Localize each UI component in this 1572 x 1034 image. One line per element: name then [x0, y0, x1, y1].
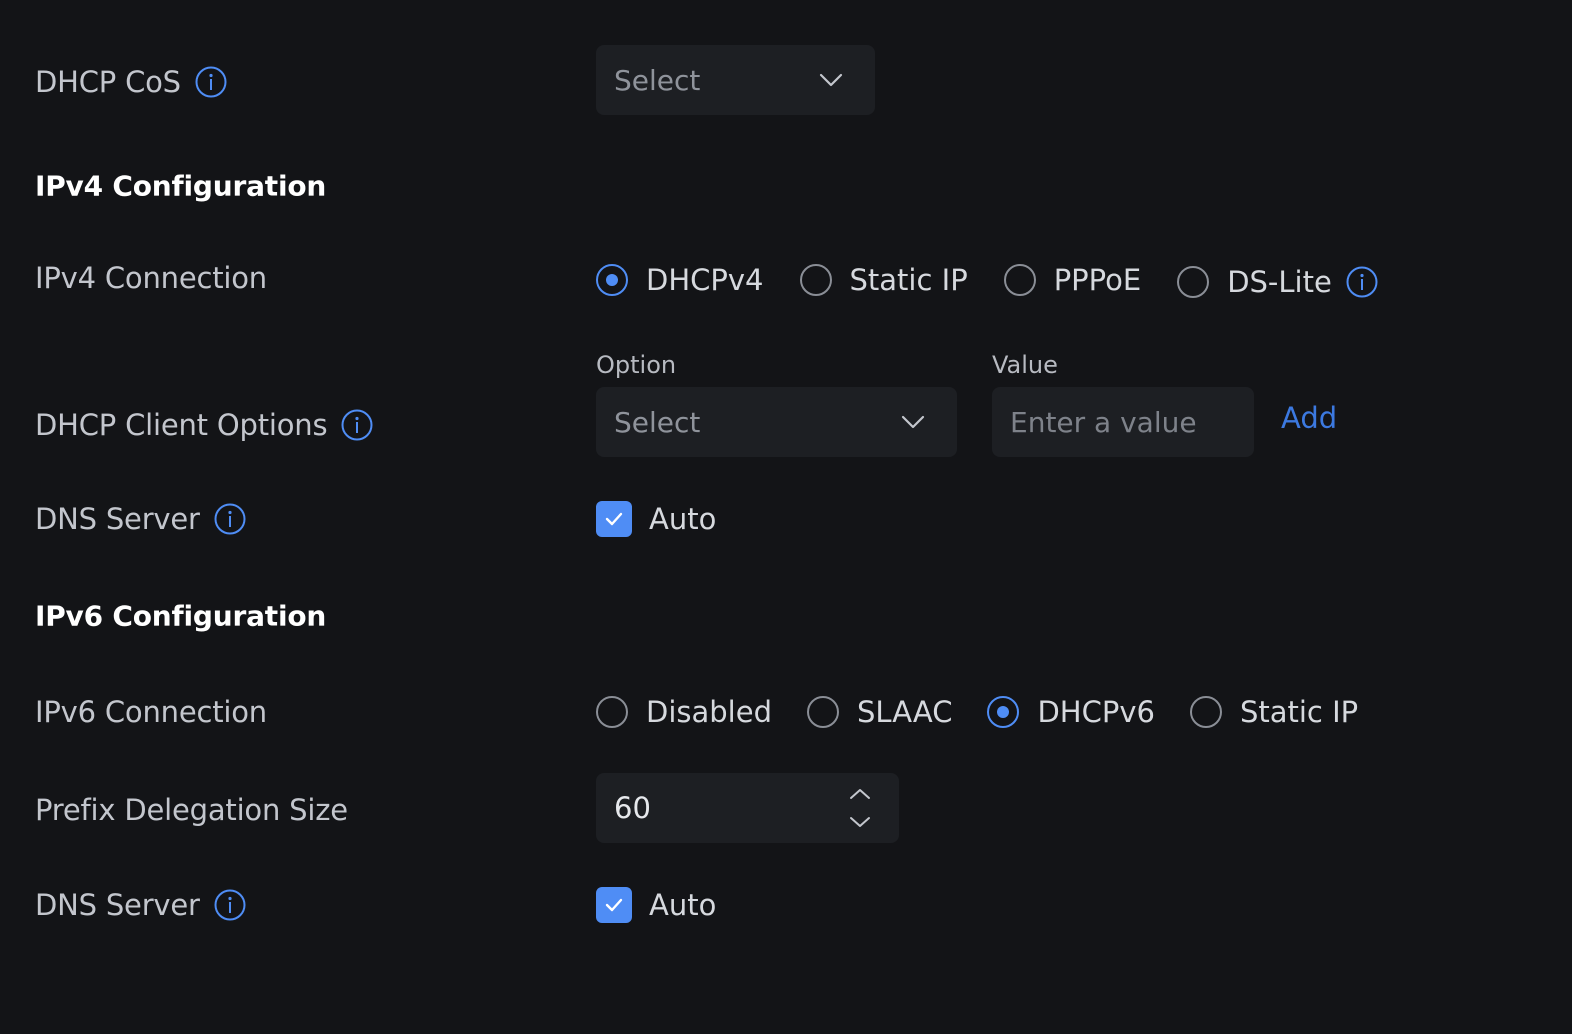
ipv4-connection-label-text: IPv4 Connection: [35, 261, 267, 295]
prefix-delegation-stepper[interactable]: 60: [596, 773, 899, 843]
ipv4-dns-auto-label: Auto: [649, 502, 717, 536]
ipv6-dns-label: DNS Server: [35, 888, 200, 922]
ipv6-dns-auto-checkbox[interactable]: Auto: [596, 887, 716, 923]
dhcp-option-value-placeholder: Enter a value: [1010, 405, 1197, 439]
radio-ds-lite[interactable]: DS-Lite: [1177, 265, 1378, 299]
radio-pppoe-label: PPPoE: [1053, 263, 1142, 297]
ipv4-dns-auto-checkbox-box[interactable]: [596, 501, 632, 537]
ipv4-section-title: IPv4 Configuration: [35, 169, 327, 203]
dhcp-cos-select[interactable]: Select: [596, 45, 875, 115]
radio-slaac-indicator[interactable]: [806, 696, 839, 728]
radio-dhcpv4-label: DHCPv4: [646, 263, 764, 297]
prefix-delegation-label: Prefix Delegation Size: [35, 793, 348, 827]
ipv4-connection-label: IPv4 Connection: [35, 258, 267, 298]
radio-dhcpv6-indicator[interactable]: [987, 696, 1020, 728]
radio-pppoe-indicator[interactable]: [1003, 264, 1036, 296]
ipv6-connection-radio-group: Disabled SLAAC DHCPv6 Static IP: [596, 692, 1358, 732]
radio-dhcpv6[interactable]: DHCPv6: [987, 695, 1155, 729]
check-icon: [605, 898, 623, 912]
stepper-arrows: [849, 788, 871, 828]
radio-static-ip-v4[interactable]: Static IP: [799, 263, 968, 297]
radio-ds-lite-label: DS-Lite: [1227, 265, 1332, 299]
chevron-down-icon[interactable]: [849, 816, 871, 828]
radio-static-ip-v4-label: Static IP: [849, 263, 968, 297]
ipv6-connection-label: IPv6 Connection: [35, 692, 267, 732]
ipv4-dns-label-row: DNS Server: [35, 499, 246, 539]
dhcp-client-options-label: DHCP Client Options: [35, 408, 328, 442]
radio-dhcpv4-indicator[interactable]: [596, 264, 628, 296]
radio-static-ip-v6[interactable]: Static IP: [1189, 695, 1359, 729]
info-icon[interactable]: [214, 889, 246, 921]
chevron-down-icon: [819, 73, 843, 87]
chevron-up-icon[interactable]: [849, 788, 871, 800]
option-field-label: Option: [596, 351, 677, 379]
radio-disabled-indicator[interactable]: [596, 696, 628, 728]
ipv4-dns-auto-checkbox[interactable]: Auto: [596, 501, 716, 537]
info-icon[interactable]: [341, 409, 373, 441]
ipv6-dns-auto-checkbox-box[interactable]: [596, 887, 632, 923]
ipv6-dns-label-row: DNS Server: [35, 885, 246, 925]
ipv6-dns-auto-label: Auto: [649, 888, 717, 922]
radio-disabled-label: Disabled: [646, 695, 772, 729]
radio-ds-lite-indicator[interactable]: [1177, 266, 1210, 298]
dhcp-client-options-label-row: DHCP Client Options: [35, 405, 373, 445]
info-icon[interactable]: [214, 503, 246, 535]
prefix-delegation-value: 60: [614, 791, 651, 825]
chevron-down-icon: [901, 415, 925, 429]
dhcp-option-select[interactable]: Select: [596, 387, 957, 457]
radio-dhcpv6-label: DHCPv6: [1037, 695, 1155, 729]
radio-disabled[interactable]: Disabled: [596, 695, 772, 729]
add-option-button[interactable]: Add: [1281, 401, 1337, 435]
prefix-delegation-label-row: Prefix Delegation Size: [35, 790, 348, 830]
ipv4-connection-radio-group: DHCPv4 Static IP PPPoE DS-Lite: [596, 260, 1378, 300]
radio-slaac[interactable]: SLAAC: [806, 695, 953, 729]
radio-static-ip-v6-label: Static IP: [1239, 695, 1359, 729]
radio-static-ip-v6-indicator[interactable]: [1189, 696, 1222, 728]
dhcp-cos-select-value: Select: [614, 63, 701, 97]
value-field-label: Value: [992, 351, 1058, 379]
ipv4-dns-label: DNS Server: [35, 502, 200, 536]
radio-slaac-label: SLAAC: [856, 695, 953, 729]
radio-static-ip-v4-indicator[interactable]: [799, 264, 832, 296]
dhcp-option-select-value: Select: [614, 405, 701, 439]
radio-dhcpv4[interactable]: DHCPv4: [596, 263, 764, 297]
check-icon: [605, 512, 623, 526]
dhcp-cos-label: DHCP CoS: [35, 65, 181, 99]
radio-pppoe[interactable]: PPPoE: [1003, 263, 1142, 297]
ipv6-connection-label-text: IPv6 Connection: [35, 695, 267, 729]
info-icon[interactable]: [1346, 266, 1378, 298]
info-icon[interactable]: [195, 66, 227, 98]
dhcp-option-value-input[interactable]: Enter a value: [992, 387, 1254, 457]
ipv6-section-title: IPv6 Configuration: [35, 599, 327, 633]
dhcp-cos-label-row: DHCP CoS: [35, 62, 227, 102]
